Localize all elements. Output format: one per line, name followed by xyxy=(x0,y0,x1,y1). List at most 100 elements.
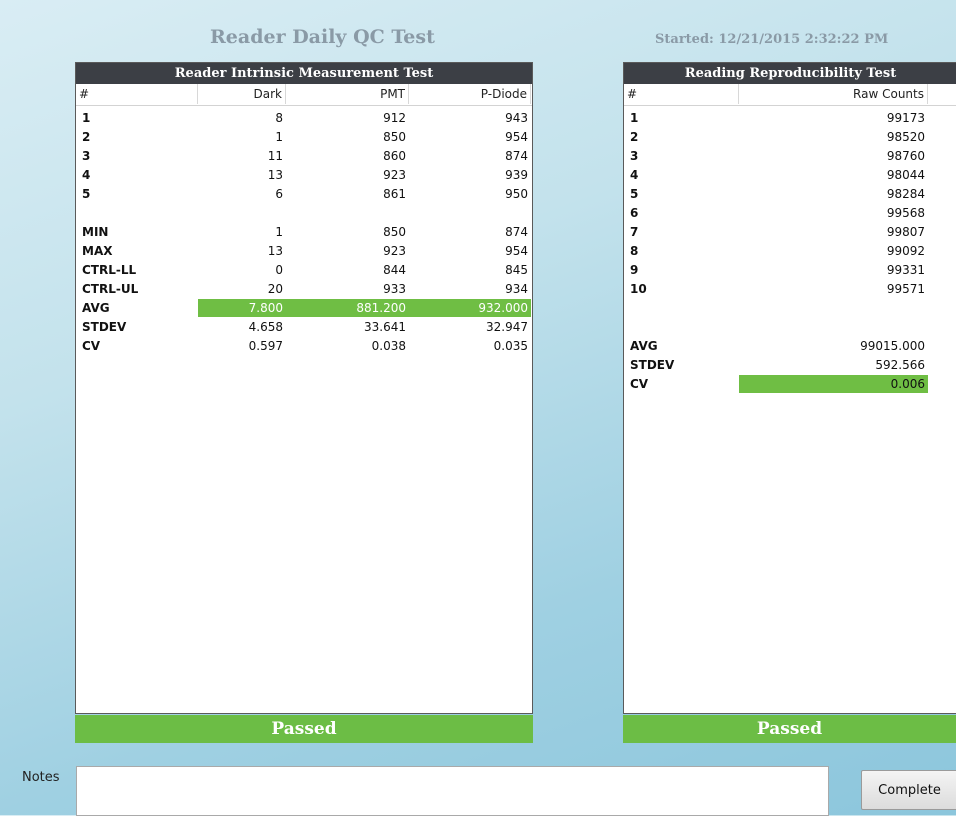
row-label: 1 xyxy=(630,111,639,125)
table-cell: 99807 xyxy=(886,225,925,239)
table-cell: 912 xyxy=(383,111,406,125)
table-cell: 99015.000 xyxy=(860,339,925,353)
column-header-index[interactable]: # xyxy=(624,84,739,104)
table-cell: 950 xyxy=(505,187,528,201)
table-row: 4 13 923 939 xyxy=(76,166,532,185)
table-row: 8 99092 xyxy=(624,242,956,261)
table-row: STDEV 4.658 33.641 32.947 xyxy=(76,318,532,337)
table-cell: 954 xyxy=(505,130,528,144)
table-cell xyxy=(198,204,286,222)
table-row: 6 99568 xyxy=(624,204,956,223)
complete-button[interactable]: Complete xyxy=(861,770,956,810)
row-label: CV xyxy=(82,339,101,353)
row-label xyxy=(79,204,197,222)
table-cell: 8 xyxy=(275,111,283,125)
table-cell: 33.641 xyxy=(364,320,406,334)
table-cell: 934 xyxy=(505,282,528,296)
column-header-p-diode[interactable]: P-Diode xyxy=(409,84,531,104)
intrinsic-measurement-panel: Reader Intrinsic Measurement Test # Dark… xyxy=(75,62,533,714)
table-row xyxy=(624,318,956,337)
table-cell: 874 xyxy=(505,149,528,163)
table-row: 2 98520 xyxy=(624,128,956,147)
table-cell: 98520 xyxy=(886,130,925,144)
table-cell: 98044 xyxy=(886,168,925,182)
table-cell: 1 xyxy=(275,130,283,144)
table-cell: 4.658 xyxy=(248,320,283,334)
table-cell: 845 xyxy=(505,263,528,277)
row-label: 2 xyxy=(630,130,639,144)
row-label: MAX xyxy=(82,244,113,258)
table-row: AVG 7.800 881.200 932.000 xyxy=(76,299,532,318)
table-cell: 881.200 xyxy=(286,299,409,317)
table-cell: 20 xyxy=(267,282,283,296)
table-cell: 592.566 xyxy=(875,358,925,372)
table-row: 3 11 860 874 xyxy=(76,147,532,166)
table-cell: 13 xyxy=(267,244,283,258)
table-row: 1 99173 xyxy=(624,109,956,128)
intrinsic-table-body: 1 8 912 943 2 1 850 954 3 11 860 874 4 13 923 939 5 6 861 9… xyxy=(76,106,532,356)
table-cell: 943 xyxy=(505,111,528,125)
row-label: 10 xyxy=(630,282,647,296)
table-cell: 1 xyxy=(275,225,283,239)
row-label: 9 xyxy=(630,263,639,277)
row-label: STDEV xyxy=(630,358,675,372)
table-cell: 923 xyxy=(383,168,406,182)
table-cell: 939 xyxy=(505,168,528,182)
row-label: MIN xyxy=(82,225,109,239)
table-cell: 99331 xyxy=(886,263,925,277)
table-row: 5 98284 xyxy=(624,185,956,204)
started-timestamp: Started: 12/21/2015 2:32:22 PM xyxy=(655,32,889,47)
table-row: 10 99571 xyxy=(624,280,956,299)
reproducibility-panel-title: Reading Reproducibility Test xyxy=(624,63,956,84)
row-label: STDEV xyxy=(82,320,127,334)
table-cell: 13 xyxy=(267,168,283,182)
table-row: 1 8 912 943 xyxy=(76,109,532,128)
table-cell: 11 xyxy=(267,149,283,163)
table-cell: 0 xyxy=(275,263,283,277)
table-row: CTRL-UL 20 933 934 xyxy=(76,280,532,299)
column-header-pmt[interactable]: PMT xyxy=(286,84,409,104)
reproducibility-table-body: 1 99173 2 98520 3 98760 4 98044 5 98284 6 99568 7 998… xyxy=(624,106,956,394)
notes-input[interactable] xyxy=(76,766,829,816)
table-row: CTRL-LL 0 844 845 xyxy=(76,261,532,280)
table-row: AVG 99015.000 xyxy=(624,337,956,356)
table-row xyxy=(624,299,956,318)
table-row: CV 0.597 0.038 0.035 xyxy=(76,337,532,356)
table-cell: 0.035 xyxy=(493,339,528,353)
table-row: MAX 13 923 954 xyxy=(76,242,532,261)
row-label: 6 xyxy=(630,206,639,220)
reproducibility-column-header: # Raw Counts xyxy=(624,84,956,106)
row-label: 4 xyxy=(82,168,91,182)
table-cell xyxy=(409,204,531,222)
table-cell: 861 xyxy=(383,187,406,201)
table-cell: 860 xyxy=(383,149,406,163)
table-cell: 844 xyxy=(383,263,406,277)
reproducibility-panel: Reading Reproducibility Test # Raw Count… xyxy=(623,62,956,714)
table-cell xyxy=(739,299,928,317)
column-header-raw-counts[interactable]: Raw Counts xyxy=(739,84,928,104)
table-cell: 923 xyxy=(383,244,406,258)
table-cell: 0.038 xyxy=(371,339,406,353)
row-label: CTRL-UL xyxy=(82,282,139,296)
column-header-dark[interactable]: Dark xyxy=(198,84,286,104)
table-cell: 0.006 xyxy=(739,375,928,393)
table-cell: 933 xyxy=(383,282,406,296)
notes-label: Notes xyxy=(22,770,60,785)
table-row: CV 0.006 xyxy=(624,375,956,394)
table-cell: 6 xyxy=(275,187,283,201)
table-cell: 32.947 xyxy=(486,320,528,334)
table-cell: 99173 xyxy=(886,111,925,125)
row-label: 5 xyxy=(630,187,639,201)
row-label: 8 xyxy=(630,244,639,258)
row-label: 4 xyxy=(630,168,639,182)
table-cell: 850 xyxy=(383,130,406,144)
table-row: STDEV 592.566 xyxy=(624,356,956,375)
row-label xyxy=(627,318,739,336)
page-title: Reader Daily QC Test xyxy=(210,26,435,48)
row-label: CTRL-LL xyxy=(82,263,137,277)
intrinsic-column-header: # Dark PMT P-Diode xyxy=(76,84,532,106)
row-label: 1 xyxy=(82,111,91,125)
column-header-index[interactable]: # xyxy=(76,84,198,104)
table-row: 4 98044 xyxy=(624,166,956,185)
row-label: 7 xyxy=(630,225,639,239)
